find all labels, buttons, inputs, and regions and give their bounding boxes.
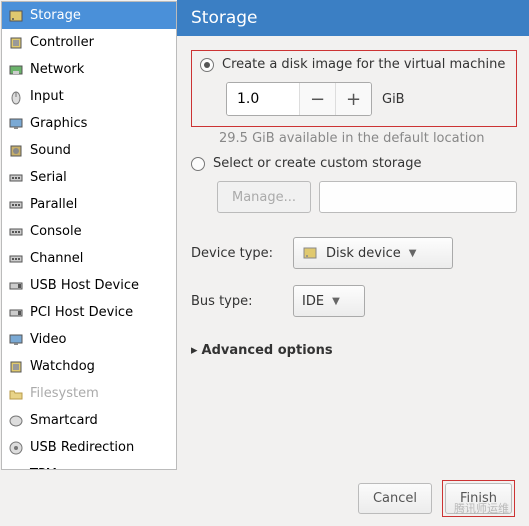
sidebar-item-usbredir[interactable]: USB Redirection: [2, 434, 176, 461]
display-icon: [8, 332, 24, 348]
device-type-combo[interactable]: Disk device ▼: [293, 237, 453, 269]
disk-icon: [302, 245, 318, 261]
sidebar-item-channel[interactable]: Channel: [2, 245, 176, 272]
finish-button[interactable]: Finish: [445, 483, 512, 514]
spin-plus-button[interactable]: +: [335, 83, 371, 115]
sidebar-item-storage[interactable]: Storage: [2, 2, 176, 29]
action-bar: Cancel Finish: [0, 470, 529, 526]
sidebar-item-watchdog[interactable]: Watchdog: [2, 353, 176, 380]
sidebar-item-label: Graphics: [30, 116, 87, 131]
chip-icon: [8, 359, 24, 375]
sidebar-item-filesystem[interactable]: Filesystem: [2, 380, 176, 407]
sidebar-item-smartcard[interactable]: Smartcard: [2, 407, 176, 434]
sidebar-item-label: Storage: [30, 8, 81, 23]
sidebar-item-sound[interactable]: Sound: [2, 137, 176, 164]
spin-minus-button[interactable]: −: [299, 83, 335, 115]
sidebar-item-label: Smartcard: [30, 413, 98, 428]
sidebar-item-label: PCI Host Device: [30, 305, 133, 320]
sidebar-item-label: Filesystem: [30, 386, 99, 401]
chevron-down-icon: ▼: [409, 248, 417, 259]
create-disk-highlight: Create a disk image for the virtual mach…: [191, 50, 517, 127]
card-icon: [8, 413, 24, 429]
sidebar-item-video[interactable]: Video: [2, 326, 176, 353]
disk-size-input[interactable]: [227, 83, 299, 115]
manage-button[interactable]: Manage...: [217, 181, 311, 213]
port-icon: [8, 170, 24, 186]
cancel-button[interactable]: Cancel: [358, 483, 432, 514]
device-type-label: Device type:: [191, 246, 283, 261]
sidebar-item-pcihost[interactable]: PCI Host Device: [2, 299, 176, 326]
sidebar-item-tpm[interactable]: TPM: [2, 461, 176, 470]
chip-icon: [8, 35, 24, 51]
sidebar-item-label: Watchdog: [30, 359, 95, 374]
sidebar-item-input[interactable]: Input: [2, 83, 176, 110]
usb-icon: [8, 305, 24, 321]
sidebar-item-usbhost[interactable]: USB Host Device: [2, 272, 176, 299]
advanced-options-expander[interactable]: ▸ Advanced options: [191, 343, 517, 358]
drive-icon: [8, 8, 24, 24]
page-title: Storage: [177, 0, 529, 36]
sidebar-item-label: Input: [30, 89, 64, 104]
sidebar-item-label: Sound: [30, 143, 71, 158]
sidebar-item-label: Network: [30, 62, 84, 77]
port-icon: [8, 224, 24, 240]
bus-type-value: IDE: [302, 294, 324, 309]
disk-size-unit: GiB: [382, 92, 405, 107]
content-pane: Storage Create a disk image for the virt…: [177, 0, 529, 470]
sidebar-item-label: Console: [30, 224, 82, 239]
sidebar-item-parallel[interactable]: Parallel: [2, 191, 176, 218]
device-type-value: Disk device: [326, 246, 401, 261]
sidebar-item-label: Video: [30, 332, 66, 347]
chevron-right-icon: ▸: [191, 343, 198, 358]
sidebar-item-label: Parallel: [30, 197, 77, 212]
sidebar-item-network[interactable]: Network: [2, 56, 176, 83]
storage-path-input[interactable]: [319, 181, 517, 213]
chevron-down-icon: ▼: [332, 296, 340, 307]
advanced-label: Advanced options: [202, 343, 333, 358]
bus-type-combo[interactable]: IDE ▼: [293, 285, 365, 317]
sidebar-item-label: USB Redirection: [30, 440, 134, 455]
sidebar-item-serial[interactable]: Serial: [2, 164, 176, 191]
sidebar-item-label: Channel: [30, 251, 83, 266]
usb-redir-icon: [8, 440, 24, 456]
nic-icon: [8, 62, 24, 78]
folder-icon: [8, 386, 24, 402]
create-disk-label: Create a disk image for the virtual mach…: [222, 57, 505, 72]
available-space-text: 29.5 GiB available in the default locati…: [219, 131, 517, 146]
sidebar-item-label: USB Host Device: [30, 278, 139, 293]
sidebar-item-label: Serial: [30, 170, 67, 185]
mouse-icon: [8, 89, 24, 105]
finish-highlight: Finish: [442, 480, 515, 517]
custom-storage-label: Select or create custom storage: [213, 156, 421, 171]
sidebar-item-label: Controller: [30, 35, 94, 50]
radio-create-disk[interactable]: [200, 58, 214, 72]
sidebar: Storage Controller Network Input Graphics Sou…: [1, 1, 177, 470]
port-icon: [8, 251, 24, 267]
sidebar-item-graphics[interactable]: Graphics: [2, 110, 176, 137]
display-icon: [8, 116, 24, 132]
speaker-icon: [8, 143, 24, 159]
sidebar-item-console[interactable]: Console: [2, 218, 176, 245]
radio-custom-storage[interactable]: [191, 157, 205, 171]
bus-type-label: Bus type:: [191, 294, 283, 309]
port-icon: [8, 197, 24, 213]
sidebar-item-controller[interactable]: Controller: [2, 29, 176, 56]
usb-icon: [8, 278, 24, 294]
disk-size-spinner: − +: [226, 82, 372, 116]
